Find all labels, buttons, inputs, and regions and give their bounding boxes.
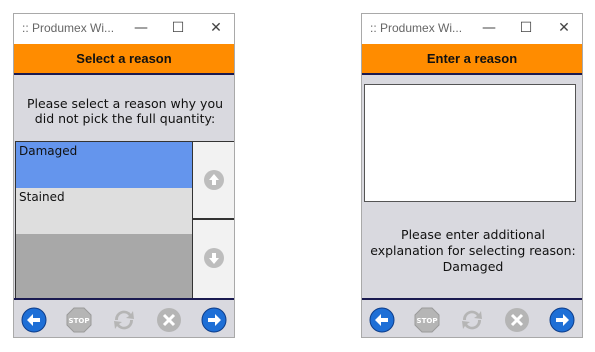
stop-icon[interactable]: STOP bbox=[66, 307, 92, 333]
arrow-down-icon bbox=[204, 248, 224, 268]
header-bar: Select a reason bbox=[14, 44, 234, 75]
enter-reason-window: :: Produmex Wi... — ☐ ✕ Enter a reason P… bbox=[361, 13, 583, 338]
window-title: :: Produmex Wi... bbox=[22, 21, 115, 35]
header-bar: Enter a reason bbox=[362, 44, 582, 75]
title-bar: :: Produmex Wi... — ☐ ✕ bbox=[14, 14, 234, 44]
footer-toolbar: STOP bbox=[14, 298, 234, 337]
reason-textarea[interactable] bbox=[364, 84, 576, 202]
list-item-stained[interactable]: Stained bbox=[16, 188, 192, 234]
page-title: Select a reason bbox=[76, 51, 172, 66]
footer-toolbar: STOP bbox=[362, 298, 582, 337]
forward-icon[interactable] bbox=[201, 307, 227, 333]
minimize-button[interactable]: — bbox=[476, 18, 502, 38]
cancel-icon[interactable] bbox=[156, 307, 182, 333]
stop-label: STOP bbox=[69, 317, 90, 325]
list-item-damaged[interactable]: Damaged bbox=[16, 142, 192, 188]
window-title: :: Produmex Wi... bbox=[370, 21, 463, 35]
stop-label: STOP bbox=[417, 317, 438, 325]
maximize-button[interactable]: ☐ bbox=[513, 18, 539, 38]
scroll-up-button[interactable] bbox=[192, 141, 234, 219]
title-bar: :: Produmex Wi... — ☐ ✕ bbox=[362, 14, 582, 44]
select-reason-window: :: Produmex Wi... — ☐ ✕ Select a reason … bbox=[13, 13, 235, 338]
reason-prompt: Please select a reason why you did not p… bbox=[26, 96, 224, 126]
close-button[interactable]: ✕ bbox=[551, 18, 577, 38]
page-title: Enter a reason bbox=[426, 51, 518, 66]
minimize-button[interactable]: — bbox=[128, 18, 154, 38]
back-icon[interactable] bbox=[369, 307, 395, 333]
refresh-icon[interactable] bbox=[111, 307, 137, 333]
arrow-up-icon bbox=[204, 170, 224, 190]
refresh-icon[interactable] bbox=[459, 307, 485, 333]
back-icon[interactable] bbox=[21, 307, 47, 333]
close-button[interactable]: ✕ bbox=[203, 18, 229, 38]
reason-list: Damaged Stained bbox=[15, 141, 192, 299]
forward-icon[interactable] bbox=[549, 307, 575, 333]
maximize-button[interactable]: ☐ bbox=[165, 18, 191, 38]
stop-icon[interactable]: STOP bbox=[414, 307, 440, 333]
cancel-icon[interactable] bbox=[504, 307, 530, 333]
reason-info-text: Please enter additional explanation for … bbox=[370, 227, 576, 274]
scroll-down-button[interactable] bbox=[192, 219, 234, 299]
